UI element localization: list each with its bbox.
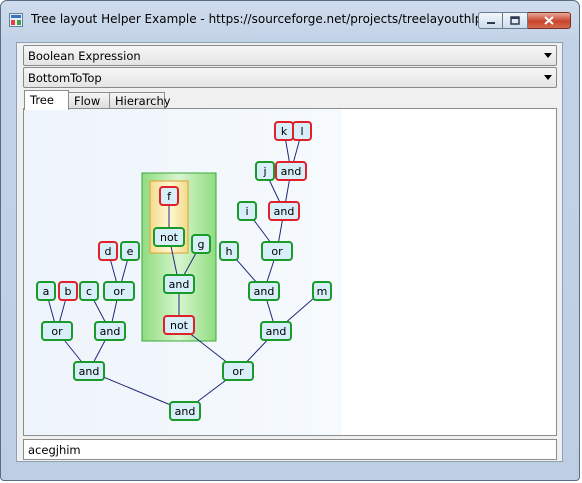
tree-node[interactable]: not (163, 315, 195, 335)
tree-node-label: l (300, 125, 303, 138)
tree-node[interactable]: a (36, 281, 56, 301)
close-button[interactable] (528, 12, 571, 29)
direction-combo-value: BottomToTop (28, 71, 102, 85)
tree-tab-panel: k l and j and i or h and m and f not g and not d e or a b or c… (23, 108, 557, 436)
tree-node-label: e (127, 245, 134, 258)
maximize-icon (510, 16, 520, 25)
tree-node-label: i (245, 205, 248, 218)
tree-node[interactable]: f (159, 186, 179, 206)
title-bar[interactable]: Tree layout Helper Example - https://sou… (1, 1, 579, 35)
tree-node-label: not (160, 231, 179, 244)
tree-node[interactable]: and (94, 321, 126, 341)
tree-node-label: not (170, 319, 189, 332)
maximize-button[interactable] (503, 12, 528, 29)
tree-node-label: k (281, 125, 288, 138)
tree-node-label: or (271, 245, 283, 258)
tab-tree[interactable]: Tree (24, 90, 69, 110)
tree-node[interactable]: and (73, 361, 105, 381)
tree-node[interactable]: or (103, 281, 135, 301)
tree-node-label: and (266, 325, 287, 338)
tree-node[interactable]: c (79, 281, 99, 301)
direction-combo[interactable]: BottomToTop (23, 67, 557, 88)
tree-node[interactable]: or (261, 241, 293, 261)
tree-node-label: or (232, 365, 244, 378)
tree-node-label: and (79, 365, 100, 378)
tree-node-label: or (113, 285, 125, 298)
tree-node[interactable]: and (260, 321, 292, 341)
tree-node-label: b (65, 285, 72, 298)
window-title: Tree layout Helper Example - https://sou… (31, 12, 492, 26)
tab-hierarchy[interactable]: Hierarchy (109, 92, 171, 109)
tab-strip: Tree Flow Hierarchy (24, 90, 171, 110)
tree-node-label: g (198, 238, 205, 251)
tree-node[interactable]: h (219, 241, 239, 261)
tree-node[interactable]: b (58, 281, 78, 301)
tree-node-label: j (262, 165, 266, 178)
minimize-icon (486, 21, 495, 24)
tree-node-label: a (43, 285, 50, 298)
tree-node[interactable]: l (292, 121, 312, 141)
tree-node-label: and (100, 325, 121, 338)
minimize-button[interactable] (478, 12, 503, 29)
tab-flow[interactable]: Flow (68, 92, 110, 109)
tree-node[interactable]: i (237, 201, 257, 221)
tree-node-label: and (175, 405, 196, 418)
client-area: Boolean Expression BottomToTop Tree Flow… (16, 42, 563, 462)
caption-buttons (478, 12, 571, 31)
expression-combo[interactable]: Boolean Expression (23, 45, 557, 66)
close-icon (544, 16, 554, 25)
tree-node-label: or (51, 325, 63, 338)
tree-node-label: and (274, 205, 295, 218)
tree-node[interactable]: and (163, 274, 195, 294)
tree-node[interactable]: e (120, 241, 140, 261)
tree-node[interactable]: g (191, 234, 211, 254)
tree-node[interactable]: or (41, 321, 73, 341)
tree-node-label: c (86, 285, 92, 298)
chevron-down-icon[interactable] (544, 75, 552, 80)
tree-node[interactable]: and (275, 161, 307, 181)
tree-node[interactable]: and (169, 401, 201, 421)
tree-node[interactable]: not (153, 227, 185, 247)
app-icon (9, 13, 23, 27)
tree-node-label: d (105, 245, 112, 258)
tree-node[interactable]: and (248, 281, 280, 301)
tree-node[interactable]: and (268, 201, 300, 221)
tree-canvas: k l and j and i or h and m and f not g and not d e or a b or c… (24, 109, 342, 435)
tree-node-label: and (254, 285, 275, 298)
chevron-down-icon[interactable] (544, 53, 552, 58)
tree-node[interactable]: m (312, 281, 332, 301)
tree-node-label: m (317, 285, 328, 298)
main-window: Tree layout Helper Example - https://sou… (0, 0, 580, 481)
tree-node[interactable]: d (98, 241, 118, 261)
status-field[interactable]: acegjhim (23, 439, 557, 460)
tree-node[interactable]: j (255, 161, 275, 181)
tree-node-label: and (281, 165, 302, 178)
tree-node[interactable]: or (222, 361, 254, 381)
status-text: acegjhim (28, 443, 81, 457)
tree-node[interactable]: k (274, 121, 294, 141)
tree-node-label: h (226, 245, 233, 258)
expression-combo-value: Boolean Expression (28, 49, 141, 63)
tree-node-label: and (169, 278, 190, 291)
